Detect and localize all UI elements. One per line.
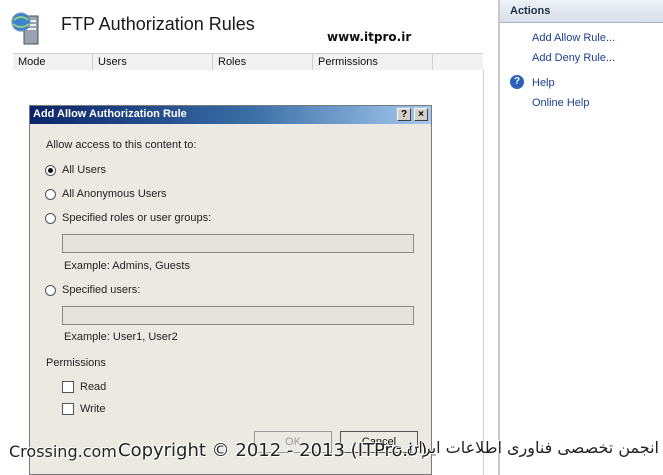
online-help-link[interactable]: Online Help (532, 97, 589, 109)
permissions-heading: Permissions (46, 357, 106, 369)
specified-roles-label[interactable]: Specified roles or user groups: (62, 212, 211, 224)
specified-roles-radio[interactable] (45, 213, 56, 224)
roles-example: Example: Admins, Guests (64, 260, 190, 272)
column-header-users[interactable]: Users (93, 54, 213, 70)
add-allow-rule-link[interactable]: Add Allow Rule... (532, 32, 615, 44)
write-checkbox[interactable] (62, 403, 74, 415)
column-header-filler (433, 54, 483, 70)
footer-persian-text: انجمن تخصصی فناوری اطلاعات ایران - (395, 438, 659, 457)
add-allow-rule-dialog: Add Allow Authorization Rule ? × Allow a… (29, 105, 432, 475)
add-deny-rule-link[interactable]: Add Deny Rule... (532, 52, 615, 64)
all-anonymous-users-label[interactable]: All Anonymous Users (62, 188, 167, 200)
all-users-radio[interactable] (45, 165, 56, 176)
footer-watermark-left: Crossing.com (9, 442, 117, 461)
all-anonymous-users-radio[interactable] (45, 189, 56, 200)
dialog-title: Add Allow Authorization Rule (33, 108, 187, 120)
dialog-titlebar[interactable]: Add Allow Authorization Rule ? × (30, 106, 431, 124)
actions-header: Actions (500, 0, 663, 23)
roles-input[interactable] (62, 234, 414, 253)
all-users-label[interactable]: All Users (62, 164, 106, 176)
help-icon: ? (510, 75, 524, 89)
actions-panel: Actions Add Allow Rule... Add Deny Rule.… (498, 0, 663, 475)
page-title: FTP Authorization Rules (61, 14, 255, 34)
page-header: FTP Authorization Rules www.itpro.ir (0, 0, 498, 52)
dialog-help-button[interactable]: ? (397, 108, 411, 121)
rules-grid-header: Mode Users Roles Permissions (13, 53, 483, 71)
dialog-close-button[interactable]: × (414, 108, 428, 121)
specified-users-label[interactable]: Specified users: (62, 284, 140, 296)
watermark-url: www.itpro.ir (327, 30, 412, 44)
help-link[interactable]: Help (532, 77, 555, 89)
allow-access-prompt: Allow access to this content to: (46, 139, 197, 151)
ftp-server-icon (11, 12, 39, 45)
write-label[interactable]: Write (80, 403, 105, 415)
users-example: Example: User1, User2 (64, 331, 178, 343)
specified-users-radio[interactable] (45, 285, 56, 296)
column-header-permissions[interactable]: Permissions (313, 54, 433, 70)
users-input[interactable] (62, 306, 414, 325)
footer-copyright: Copyright © 2012 - 2013 (ITPro.ir) (118, 440, 428, 461)
column-header-mode[interactable]: Mode (13, 54, 93, 70)
read-checkbox[interactable] (62, 381, 74, 393)
column-header-roles[interactable]: Roles (213, 54, 313, 70)
read-label[interactable]: Read (80, 381, 106, 393)
